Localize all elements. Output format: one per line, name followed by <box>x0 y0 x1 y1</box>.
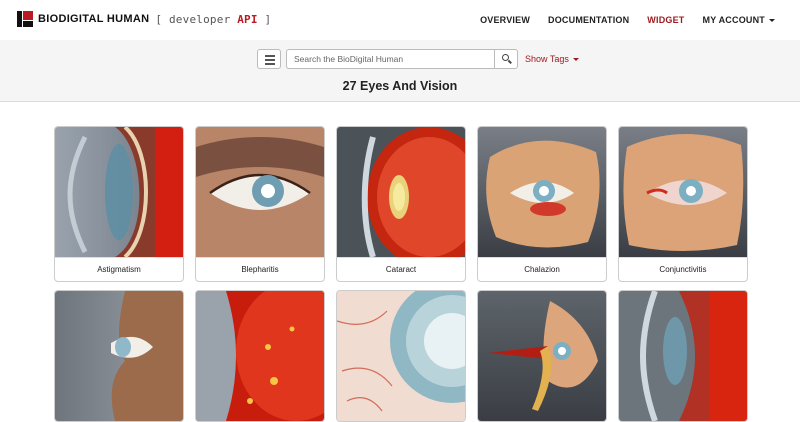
card-label: Conjunctivitis <box>619 257 747 281</box>
main-nav: OVERVIEW DOCUMENTATION WIDGET MY ACCOUNT <box>462 15 775 25</box>
model-card-eye-muscles[interactable] <box>477 290 607 422</box>
eye-profile-thumbnail <box>55 291 183 421</box>
card-label: Cataract <box>337 257 465 281</box>
model-card-eye-profile[interactable] <box>54 290 184 422</box>
retina-thumbnail <box>196 291 324 421</box>
nav-overview[interactable]: OVERVIEW <box>480 15 530 25</box>
model-card-astigmatism[interactable]: Astigmatism <box>54 126 184 282</box>
cataract-thumbnail <box>337 127 465 257</box>
eye-muscles-thumbnail <box>478 291 606 421</box>
page-title: 27 Eyes And Vision <box>342 79 458 93</box>
conjunctivitis-thumbnail <box>619 127 747 257</box>
search-button[interactable] <box>494 49 518 69</box>
model-card-cataract[interactable]: Cataract <box>336 126 466 282</box>
card-label: Astigmatism <box>55 257 183 281</box>
card-label: Chalazion <box>478 257 606 281</box>
chalazion-thumbnail <box>478 127 606 257</box>
model-card-iris[interactable] <box>336 290 466 422</box>
show-tags-dropdown[interactable]: Show Tags <box>525 54 579 64</box>
model-card-eye-section[interactable] <box>618 290 748 422</box>
blepharitis-thumbnail <box>196 127 324 257</box>
nav-my-account[interactable]: MY ACCOUNT <box>703 15 775 25</box>
iris-thumbnail <box>337 291 465 421</box>
eye-section-thumbnail <box>619 291 747 421</box>
model-card-conjunctivitis[interactable]: Conjunctivitis <box>618 126 748 282</box>
brand-name: BIODIGITAL HUMAN <box>38 13 150 25</box>
brand-logo[interactable]: BIODIGITAL HUMAN [ developer API ] <box>17 11 271 27</box>
astigmatism-thumbnail <box>55 127 183 257</box>
nav-widget[interactable]: WIDGET <box>647 15 684 25</box>
hamburger-menu-button[interactable] <box>257 49 281 69</box>
chevron-down-icon <box>572 58 579 62</box>
model-card-chalazion[interactable]: Chalazion <box>477 126 607 282</box>
card-label: Blepharitis <box>196 257 324 281</box>
logo-icon <box>17 11 33 27</box>
chevron-down-icon <box>769 19 775 23</box>
nav-documentation[interactable]: DOCUMENTATION <box>548 15 629 25</box>
model-card-retina[interactable] <box>195 290 325 422</box>
brand-subtitle: [ developer API ] <box>155 12 272 26</box>
model-card-blepharitis[interactable]: Blepharitis <box>195 126 325 282</box>
search-input[interactable] <box>286 49 494 69</box>
top-navbar: BIODIGITAL HUMAN [ developer API ] OVERV… <box>0 0 800 40</box>
